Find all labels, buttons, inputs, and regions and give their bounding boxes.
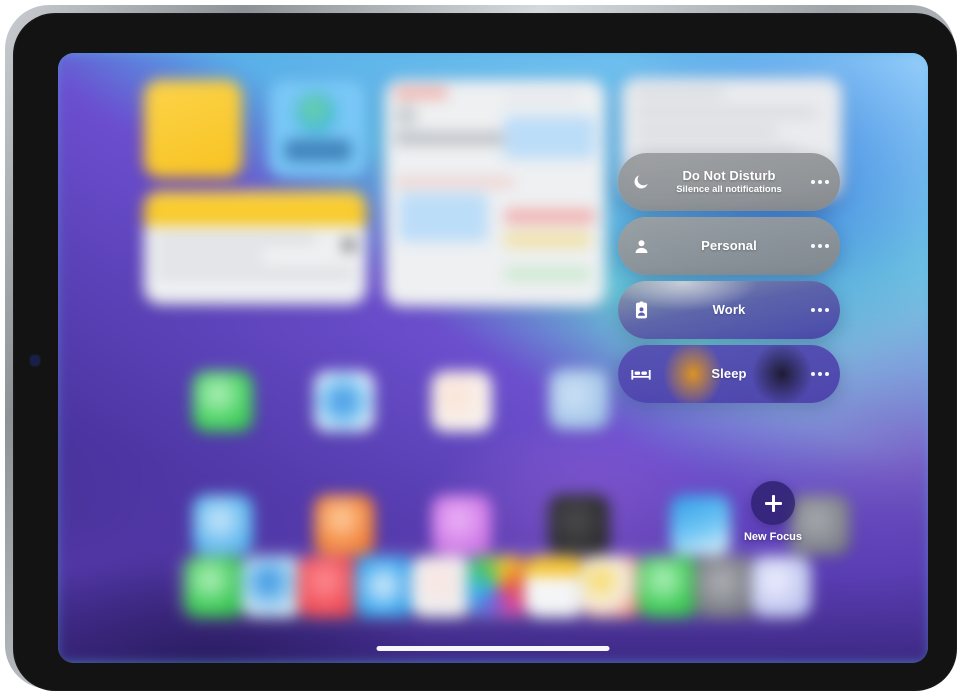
more-options-icon[interactable] bbox=[800, 372, 840, 376]
fitness-square-widget[interactable] bbox=[268, 79, 367, 178]
new-focus-button[interactable] bbox=[751, 481, 795, 525]
home-indicator[interactable] bbox=[376, 646, 610, 651]
focus-option-text: Do Not Disturb Silence all notifications bbox=[664, 167, 800, 196]
dock-icon-facetime[interactable] bbox=[637, 556, 699, 618]
notes-widget-line bbox=[156, 269, 355, 278]
focus-option-work[interactable]: Work bbox=[618, 281, 840, 339]
dock bbox=[176, 549, 812, 625]
calendar-event bbox=[504, 267, 592, 281]
plus-icon bbox=[764, 494, 782, 512]
mail-widget-line bbox=[635, 128, 777, 136]
dock-icon-mail[interactable] bbox=[354, 556, 416, 618]
notes-widget-line bbox=[156, 235, 317, 243]
focus-option-title: Do Not Disturb bbox=[682, 167, 776, 183]
moon-icon bbox=[618, 173, 664, 191]
app-icon-podcasts[interactable] bbox=[431, 494, 492, 556]
app-icon-messages[interactable] bbox=[192, 371, 254, 432]
calendar-event bbox=[504, 209, 596, 224]
notes-square-widget[interactable] bbox=[143, 79, 243, 178]
notes-widget-line bbox=[156, 252, 263, 260]
notes-widget-attachment-icon bbox=[343, 239, 355, 251]
new-focus-label: New Focus bbox=[743, 531, 803, 543]
notes-widget-header bbox=[143, 191, 367, 226]
mail-widget-line bbox=[635, 109, 817, 117]
app-icon-files[interactable] bbox=[192, 494, 254, 556]
connector-icon bbox=[31, 356, 39, 365]
calendar-title bbox=[394, 132, 515, 145]
focus-option-personal[interactable]: Personal bbox=[618, 217, 840, 275]
dock-icon-notes[interactable] bbox=[411, 556, 472, 618]
calendar-widget[interactable] bbox=[384, 79, 606, 307]
device-frame: Do Not Disturb Silence all notifications bbox=[5, 5, 957, 691]
mail-widget-line bbox=[635, 89, 724, 97]
fitness-rings-icon bbox=[294, 91, 338, 135]
calendar-subtitle bbox=[394, 178, 515, 186]
focus-option-sleep[interactable]: Sleep bbox=[618, 345, 840, 403]
focus-option-text: Personal bbox=[664, 237, 800, 254]
dock-icon-freeform[interactable] bbox=[751, 556, 812, 618]
tablet-screen: Do Not Disturb Silence all notifications bbox=[58, 53, 928, 663]
dock-icon-keynote[interactable] bbox=[581, 556, 642, 618]
focus-option-text: Work bbox=[664, 301, 800, 318]
calendar-date-label bbox=[394, 87, 448, 98]
calendar-event bbox=[504, 95, 580, 102]
dock-icon-safari[interactable] bbox=[241, 556, 302, 618]
dock-icon-music[interactable] bbox=[297, 556, 359, 618]
focus-option-title: Sleep bbox=[711, 365, 747, 381]
app-icon-settings[interactable] bbox=[548, 494, 610, 556]
bed-icon bbox=[618, 366, 664, 382]
focus-control-panel: Do Not Disturb Silence all notifications bbox=[618, 153, 840, 409]
dock-icon-files[interactable] bbox=[524, 556, 586, 618]
calendar-event bbox=[504, 116, 596, 159]
focus-option-do-not-disturb[interactable]: Do Not Disturb Silence all notifications bbox=[618, 153, 840, 211]
more-options-icon[interactable] bbox=[800, 180, 840, 184]
notes-wide-widget[interactable] bbox=[143, 191, 367, 305]
calendar-event bbox=[398, 193, 488, 242]
dock-icon-photos[interactable] bbox=[467, 556, 529, 618]
more-options-icon[interactable] bbox=[800, 308, 840, 312]
app-icon-music[interactable] bbox=[313, 494, 375, 556]
id-badge-icon bbox=[618, 300, 664, 320]
fitness-widget-label bbox=[284, 139, 352, 162]
person-icon bbox=[618, 238, 664, 255]
focus-option-subtitle: Silence all notifications bbox=[676, 184, 782, 196]
new-focus-group: New Focus bbox=[703, 481, 843, 543]
dock-icon-settings[interactable] bbox=[694, 556, 756, 618]
focus-option-title: Work bbox=[712, 301, 746, 317]
calendar-event bbox=[504, 231, 592, 248]
focus-option-text: Sleep bbox=[664, 365, 800, 382]
app-icon-app-store[interactable] bbox=[548, 369, 610, 430]
dock-icon-messages[interactable] bbox=[184, 556, 246, 618]
more-options-icon[interactable] bbox=[800, 244, 840, 248]
avatar bbox=[394, 103, 418, 127]
device-bezel: Do Not Disturb Silence all notifications bbox=[13, 13, 957, 691]
focus-option-title: Personal bbox=[701, 237, 757, 253]
app-icon-photos[interactable] bbox=[431, 371, 492, 432]
app-icon-mail[interactable] bbox=[313, 371, 375, 432]
